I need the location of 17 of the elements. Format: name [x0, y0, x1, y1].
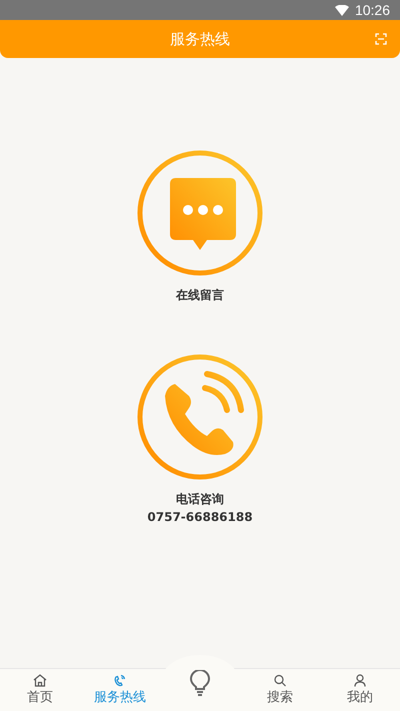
- chat-bubble-icon[interactable]: [137, 150, 263, 276]
- service-label: 电话咨询: [176, 491, 224, 508]
- phone-icon: [113, 674, 127, 687]
- nav-tab[interactable]: 我的: [320, 669, 400, 711]
- scan-icon[interactable]: [375, 33, 387, 45]
- person-icon: [353, 674, 367, 687]
- wifi-icon: [334, 4, 349, 16]
- house-icon: [33, 674, 47, 687]
- search-icon: [273, 674, 287, 687]
- service-label: 在线留言: [176, 287, 224, 304]
- nav-tab[interactable]: 首页: [0, 669, 80, 711]
- lightbulb-icon: [190, 670, 210, 696]
- status-time: 10:26: [354, 2, 390, 18]
- phone-icon[interactable]: [137, 354, 263, 480]
- phone-number: 0757-66886188: [147, 509, 253, 526]
- page-title: 服务热线: [170, 30, 230, 48]
- nav-tab[interactable]: 搜索: [240, 669, 320, 711]
